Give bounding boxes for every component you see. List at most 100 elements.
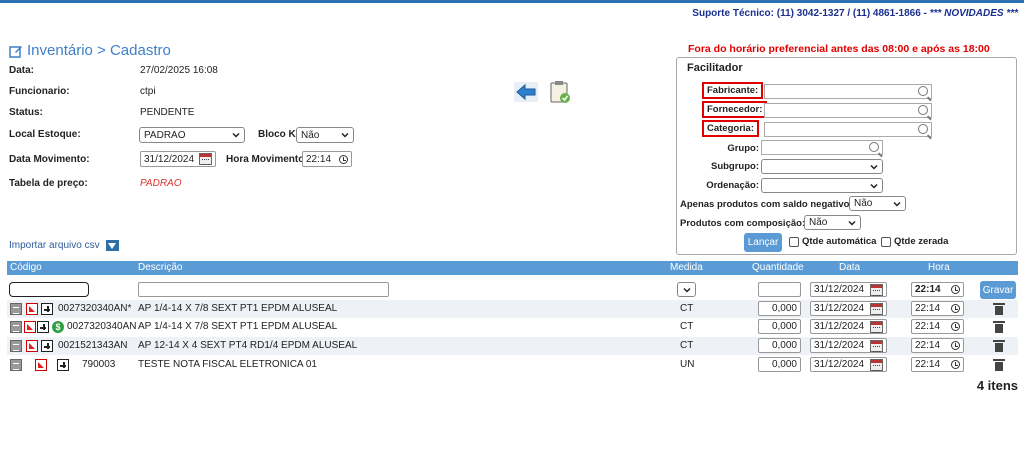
table-row: 0021521343AN AP 12-14 X 4 SEXT PT4 RD1/4…: [7, 337, 1018, 355]
row-codigo: 0021521343AN: [58, 340, 128, 351]
calendar-icon[interactable]: [870, 339, 883, 352]
details-icon[interactable]: [10, 340, 22, 352]
details-icon[interactable]: [10, 359, 22, 371]
trash-icon[interactable]: [993, 303, 1005, 315]
bloco-k-select[interactable]: Não: [296, 127, 354, 143]
col-data: Data: [839, 262, 861, 273]
descricao-entry-input[interactable]: [138, 282, 389, 297]
table-row: 0027320340AN* AP 1/4-14 X 7/8 SEXT PT1 E…: [7, 300, 1018, 318]
row-data-input[interactable]: 31/12/2024: [810, 338, 887, 353]
page-title: Inventário > Cadastro: [9, 42, 171, 59]
expand-plus-icon[interactable]: [37, 321, 49, 333]
search-icon[interactable]: [918, 124, 928, 134]
qtde-automatica-option[interactable]: Qtde automática: [789, 236, 876, 247]
clipboard-check-icon[interactable]: [548, 80, 572, 104]
qtde-zerada-option[interactable]: Qtde zerada: [881, 236, 948, 247]
row-data-input[interactable]: 31/12/2024: [810, 357, 887, 372]
row-quantidade-input[interactable]: 0,000: [758, 357, 801, 372]
row-data-input[interactable]: 31/12/2024: [810, 301, 887, 316]
trash-icon[interactable]: [993, 340, 1005, 352]
row-codigo: 0027320340AN*: [58, 303, 132, 314]
row-medida: CT: [680, 321, 694, 332]
categoria-label: Categoria:: [702, 120, 759, 137]
funcionario-label: Funcionario:: [9, 86, 70, 97]
dropdown-triangle-icon[interactable]: [105, 240, 119, 251]
codigo-entry-input[interactable]: [9, 282, 89, 297]
categoria-input[interactable]: [764, 122, 932, 137]
col-codigo: Código: [10, 262, 42, 273]
money-icon[interactable]: $: [52, 321, 64, 333]
row-data-input[interactable]: 31/12/2024: [810, 319, 887, 334]
chevron-down-icon: [848, 220, 856, 226]
row-quantidade-input[interactable]: 0,000: [758, 301, 801, 316]
col-medida: Medida: [670, 262, 703, 273]
row-hora-input[interactable]: 22:14: [911, 357, 964, 372]
entry-row: 31/12/2024 22:14 Gravar: [7, 280, 1018, 300]
trash-icon[interactable]: [993, 321, 1005, 333]
details-icon[interactable]: [10, 303, 22, 315]
calendar-icon[interactable]: [870, 320, 883, 333]
gravar-button[interactable]: Gravar: [980, 281, 1016, 299]
chevron-down-icon: [870, 164, 878, 170]
calendar-icon[interactable]: [199, 153, 212, 165]
subgrupo-select[interactable]: [761, 159, 883, 174]
edit-flag-icon[interactable]: [24, 321, 36, 333]
details-icon[interactable]: [10, 321, 22, 333]
back-arrow-icon[interactable]: [514, 82, 538, 102]
col-descricao: Descrição: [138, 262, 183, 273]
clock-icon: [951, 322, 960, 331]
grupo-label: Grupo:: [727, 143, 759, 154]
col-hora: Hora: [928, 262, 950, 273]
hora-entry-input[interactable]: 22:14: [911, 282, 964, 297]
local-estoque-select[interactable]: PADRAO: [139, 127, 245, 143]
hora-movimento-input[interactable]: 22:14: [302, 151, 352, 167]
status-value: PENDENTE: [140, 107, 195, 118]
trash-icon[interactable]: [993, 359, 1005, 371]
qtde-zerada-checkbox[interactable]: [881, 236, 891, 247]
quantidade-entry-input[interactable]: [758, 282, 801, 297]
search-icon[interactable]: [869, 142, 879, 152]
search-icon[interactable]: [918, 86, 928, 96]
fabricante-input[interactable]: [764, 84, 932, 99]
clock-icon: [951, 285, 960, 294]
edit-flag-icon[interactable]: [26, 303, 38, 315]
tabela-preco-value: PADRAO: [140, 178, 182, 189]
data-entry-input[interactable]: 31/12/2024: [810, 282, 887, 297]
grupo-input[interactable]: [761, 140, 883, 155]
tabela-preco-label: Tabela de preço:: [9, 178, 88, 189]
chevron-down-icon: [232, 132, 240, 138]
expand-plus-icon[interactable]: [41, 303, 53, 315]
categoria-row: Categoria:: [702, 120, 759, 137]
row-hora-input[interactable]: 22:14: [911, 338, 964, 353]
expand-plus-icon[interactable]: [41, 340, 53, 352]
qtde-automatica-checkbox[interactable]: [789, 236, 799, 247]
row-descricao: AP 1/4-14 X 7/8 SEXT PT1 EPDM ALUSEAL: [138, 303, 338, 314]
expand-plus-icon[interactable]: [57, 359, 69, 371]
calendar-icon[interactable]: [870, 302, 883, 315]
calendar-icon[interactable]: [870, 358, 883, 371]
lancar-button[interactable]: Lançar: [744, 233, 782, 252]
composicao-select[interactable]: Não: [804, 215, 861, 230]
composicao-label: Produtos com composição:: [680, 218, 806, 229]
row-descricao: TESTE NOTA FISCAL ELETRONICA 01: [138, 359, 317, 370]
fornecedor-input[interactable]: [764, 103, 932, 118]
calendar-icon[interactable]: [870, 283, 883, 296]
medida-entry-select[interactable]: [677, 282, 696, 297]
edit-flag-icon[interactable]: [35, 359, 47, 371]
data-movimento-input[interactable]: 31/12/2024: [140, 151, 216, 167]
ordenacao-select[interactable]: [761, 178, 883, 193]
row-codigo: 790003: [82, 359, 116, 370]
search-icon[interactable]: [918, 105, 928, 115]
row-quantidade-input[interactable]: 0,000: [758, 319, 801, 334]
saldo-negativo-select[interactable]: Não: [849, 196, 906, 211]
row-codigo: 0027320340AN: [67, 321, 137, 332]
chevron-down-icon: [870, 183, 878, 189]
row-hora-input[interactable]: 22:14: [911, 301, 964, 316]
clock-icon: [339, 154, 348, 164]
col-quantidade: Quantidade: [752, 262, 804, 273]
row-quantidade-input[interactable]: 0,000: [758, 338, 801, 353]
edit-flag-icon[interactable]: [26, 340, 38, 352]
data-value: 27/02/2025 16:08: [140, 65, 218, 76]
import-csv-link[interactable]: Importar arquivo csv: [9, 240, 119, 251]
row-hora-input[interactable]: 22:14: [911, 319, 964, 334]
